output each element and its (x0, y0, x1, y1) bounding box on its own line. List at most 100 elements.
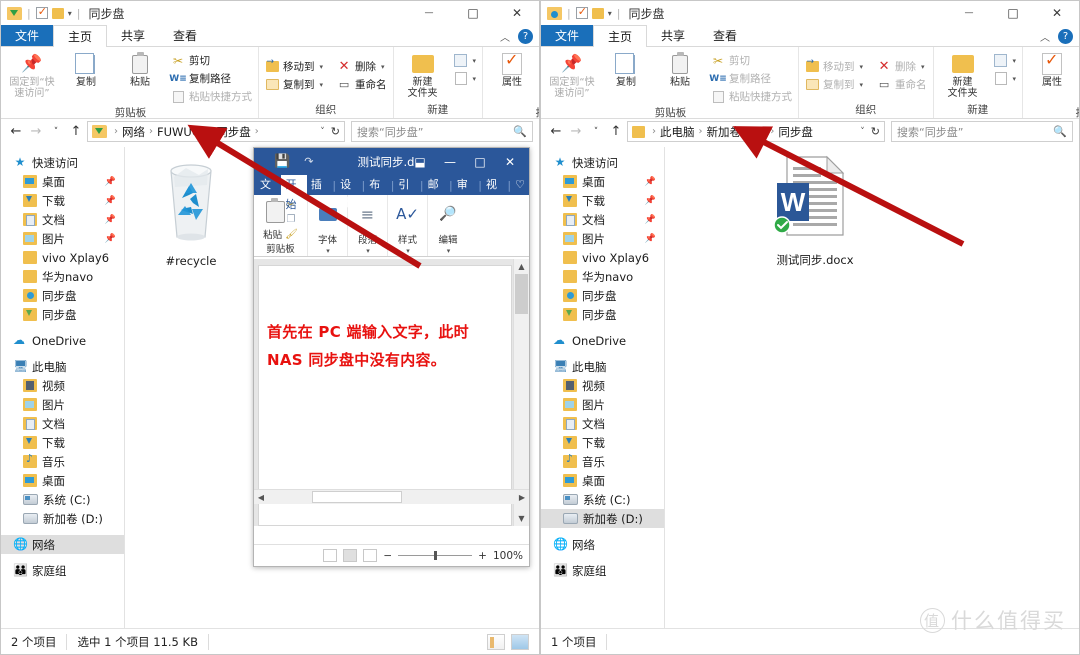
properties-button-right[interactable]: 属性 (1026, 49, 1078, 88)
collapse-ribbon-icon-right[interactable]: ︿ (1040, 29, 1050, 44)
sidebar-item-音乐[interactable]: 音乐 (1, 452, 124, 471)
sidebar-item-新加卷-(d:)[interactable]: 新加卷 (D:) (541, 509, 664, 528)
maximize-button-right[interactable] (991, 1, 1035, 25)
sidebar-item-家庭组[interactable]: 👪 家庭组 (1, 561, 124, 580)
sidebar-item-下载[interactable]: 下载 📌 (1, 191, 124, 210)
help-icon-right[interactable]: ? (1058, 28, 1073, 44)
sidebar-item-新加卷-(d:)[interactable]: 新加卷 (D:) (1, 509, 124, 528)
word-tab-references[interactable]: 引用 (394, 176, 419, 209)
word-tab-mailings[interactable]: 邮件 (424, 176, 449, 209)
easy-access-button-left[interactable]: ▾ (451, 70, 480, 87)
sidebar-item-图片[interactable]: 图片 📌 (1, 229, 124, 248)
address-dropdown-icon-left[interactable]: ˅ (320, 127, 325, 137)
search-input-right[interactable]: 搜索“同步盘” 🔍 (891, 121, 1073, 142)
pin-icon[interactable]: 📌 (645, 196, 656, 206)
move-to-button-right[interactable]: 移动到 ▾ (802, 57, 866, 75)
zoom-out-button[interactable]: − (383, 550, 392, 562)
sidebar-item-同步盘[interactable]: 同步盘 (541, 286, 664, 305)
sidebar-item-vivo-xplay6[interactable]: vivo Xplay6 (1, 248, 124, 267)
list-item[interactable]: #recycle (141, 155, 241, 268)
chevron-down-icon[interactable]: ▾ (860, 63, 864, 71)
chevron-down-icon[interactable]: ▾ (608, 9, 612, 18)
ribbon-display-options-icon[interactable]: ⬓ (405, 155, 435, 169)
scroll-down-icon[interactable]: ▼ (514, 511, 529, 526)
new-folder-button-right[interactable]: 新建 文件夹 (937, 49, 989, 99)
paste-button-left[interactable]: 粘贴 (114, 49, 166, 88)
sidebar-item-图片[interactable]: 图片 (541, 395, 664, 414)
delete-button-right[interactable]: ✕ 删除 ▾ (874, 58, 930, 75)
chevron-down-icon[interactable]: ▾ (381, 63, 385, 71)
chevron-down-icon[interactable]: ▾ (860, 81, 864, 89)
zoom-in-button[interactable]: + (478, 550, 487, 562)
sidebar-item-文档[interactable]: 文档 (541, 414, 664, 433)
sidebar-item-onedrive[interactable]: ☁ OneDrive (541, 331, 664, 350)
delete-button-left[interactable]: ✕ 删除 ▾ (334, 58, 390, 75)
tab-home-left[interactable]: 主页 (53, 25, 108, 47)
sidebar-item-图片[interactable]: 图片 📌 (541, 229, 664, 248)
sidebar-item-桌面[interactable]: 桌面 📌 (1, 172, 124, 191)
back-button-left[interactable]: ← (7, 124, 25, 139)
cut-button-right[interactable]: ✂ 剪切 (708, 52, 795, 69)
copy-to-button-left[interactable]: 复制到 ▾ (262, 76, 326, 93)
properties-button-left[interactable]: 属性 (486, 49, 538, 88)
scroll-right-icon[interactable]: ▶ (515, 493, 529, 502)
sidebar-item-下载[interactable]: 下载 (1, 433, 124, 452)
new-item-button-left[interactable]: ▾ (451, 52, 480, 69)
word-minimize-button[interactable]: — (435, 155, 465, 169)
check-square-icon[interactable] (575, 5, 588, 19)
close-button-left[interactable] (495, 1, 539, 25)
pin-icon[interactable]: 📌 (645, 177, 656, 187)
sidebar-item-同步盘[interactable]: 同步盘 (1, 286, 124, 305)
tab-view-right[interactable]: 查看 (699, 25, 751, 46)
sidebar-item-华为navo[interactable]: 华为navo (541, 267, 664, 286)
sidebar-item-下载[interactable]: 下载 (541, 433, 664, 452)
sidebar-item-onedrive[interactable]: ☁ OneDrive (1, 331, 124, 350)
paste-button-right[interactable]: 粘贴 (654, 49, 706, 88)
format-painter-icon[interactable]: 🖌 (285, 229, 298, 240)
word-tab-layout[interactable]: 布局 (365, 176, 390, 209)
forward-button-left[interactable]: → (27, 124, 45, 139)
word-vertical-scrollbar[interactable]: ▲ ▼ (513, 259, 529, 526)
chevron-down-icon[interactable]: ▾ (447, 247, 451, 255)
print-view-icon[interactable] (343, 549, 358, 562)
tab-share-left[interactable]: 共享 (107, 25, 159, 46)
copy-path-button-left[interactable]: W≡ 复制路径 (168, 70, 255, 87)
chevron-down-icon[interactable]: ▾ (406, 247, 410, 255)
sidebar-item-同步盘[interactable]: 同步盘 (1, 305, 124, 324)
pin-icon[interactable]: 📌 (105, 196, 116, 206)
lightbulb-icon[interactable]: ♡ (511, 176, 529, 194)
sidebar-item-此电脑[interactable]: 🖥 此电脑 (1, 357, 124, 376)
word-maximize-button[interactable]: □ (465, 155, 495, 169)
chevron-down-icon[interactable]: ▾ (320, 81, 324, 89)
tab-share-right[interactable]: 共享 (647, 25, 699, 46)
list-item[interactable]: W 测试同步.docx (765, 153, 865, 268)
word-page[interactable]: 首先在 PC 端输入文字，此时 NAS 同步盘中没有内容。 (258, 265, 512, 526)
details-view-icon[interactable] (487, 633, 505, 650)
scroll-thumb-horizontal[interactable] (312, 491, 402, 503)
pin-icon[interactable]: 📌 (105, 177, 116, 187)
pin-icon[interactable]: 📌 (105, 215, 116, 225)
pin-to-quick-access-button-right[interactable]: 📌 固定到“快 速访问” (546, 49, 598, 99)
address-path-left[interactable]: › 网络 › FUWUQI › 同步盘 › ˅ ↻ (87, 121, 345, 142)
navigation-pane-right[interactable]: ★ 快速访问 桌面 📌 下载 📌 文档 📌 图片 📌 vivo Xplay6 华为navo 同步盘 同步盘… (541, 147, 665, 628)
pin-to-quick-access-button-left[interactable]: 📌 固定到“快 速访问” (6, 49, 58, 99)
address-dropdown-icon-right[interactable]: ˅ (860, 127, 865, 137)
pin-icon[interactable]: 📌 (105, 234, 116, 244)
chevron-down-icon[interactable]: ▾ (473, 57, 477, 65)
sidebar-item-下载[interactable]: 下载 📌 (541, 191, 664, 210)
breadcrumb-0-right[interactable]: 此电脑 (660, 124, 695, 140)
paste-shortcut-button-left[interactable]: 粘贴快捷方式 (168, 88, 255, 105)
move-to-button-left[interactable]: 移动到 ▾ (262, 57, 326, 75)
help-icon-left[interactable]: ? (518, 28, 533, 44)
chevron-down-icon[interactable]: ▾ (68, 9, 72, 18)
web-view-icon[interactable] (363, 549, 378, 562)
recent-locations-button-left[interactable]: ˅ (47, 127, 65, 137)
sidebar-item-此电脑[interactable]: 🖥 此电脑 (541, 357, 664, 376)
maximize-button-left[interactable] (451, 1, 495, 25)
sidebar-item-vivo-xplay6[interactable]: vivo Xplay6 (541, 248, 664, 267)
tab-view-left[interactable]: 查看 (159, 25, 211, 46)
tab-home-right[interactable]: 主页 (593, 25, 648, 47)
quick-access-toolbar-left[interactable]: | ▾ | (7, 5, 81, 20)
paste-icon[interactable] (265, 198, 285, 223)
minimize-button-right[interactable] (947, 1, 991, 25)
